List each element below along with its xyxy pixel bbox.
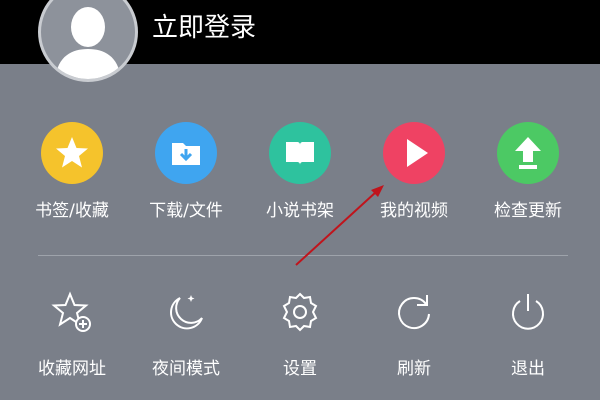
download-folder-icon (155, 122, 217, 184)
night-mode-button[interactable]: 夜间模式 (129, 290, 243, 379)
my-videos-label: 我的视频 (380, 201, 448, 221)
star-icon (41, 122, 103, 184)
novel-shelf-button[interactable]: 小说书架 (243, 122, 357, 221)
bookmarks-label: 书签/收藏 (35, 201, 109, 221)
downloads-label: 下载/文件 (149, 201, 223, 221)
bookmarks-button[interactable]: 书签/收藏 (15, 122, 129, 221)
exit-button[interactable]: 退出 (471, 290, 585, 379)
star-plus-icon (50, 290, 94, 334)
check-update-label: 检查更新 (494, 201, 562, 221)
avatar[interactable] (38, 0, 138, 82)
user-silhouette-icon (55, 7, 121, 79)
book-icon (269, 122, 331, 184)
night-mode-label: 夜间模式 (152, 359, 220, 379)
novel-shelf-label: 小说书架 (266, 201, 334, 221)
downloads-button[interactable]: 下载/文件 (129, 122, 243, 221)
refresh-button[interactable]: 刷新 (357, 290, 471, 379)
settings-label: 设置 (283, 359, 317, 379)
header-bar: 立即登录 (0, 0, 600, 82)
gear-icon (278, 290, 322, 334)
refresh-label: 刷新 (397, 359, 431, 379)
divider (38, 255, 568, 256)
add-favorite-url-button[interactable]: 收藏网址 (15, 290, 129, 379)
exit-label: 退出 (511, 359, 545, 379)
upload-arrow-icon (497, 122, 559, 184)
check-update-button[interactable]: 检查更新 (471, 122, 585, 221)
refresh-icon (392, 290, 436, 334)
power-icon (506, 290, 550, 334)
moon-icon (164, 290, 208, 334)
login-link[interactable]: 立即登录 (152, 10, 256, 46)
settings-row: 收藏网址 夜间模式 设置 刷新 退出 (0, 290, 600, 390)
quick-actions-row: 书签/收藏 下载/文件 小说书架 我的视频 检查更新 (0, 122, 600, 232)
add-favorite-url-label: 收藏网址 (38, 359, 106, 379)
play-icon (383, 122, 445, 184)
settings-button[interactable]: 设置 (243, 290, 357, 379)
my-videos-button[interactable]: 我的视频 (357, 122, 471, 221)
